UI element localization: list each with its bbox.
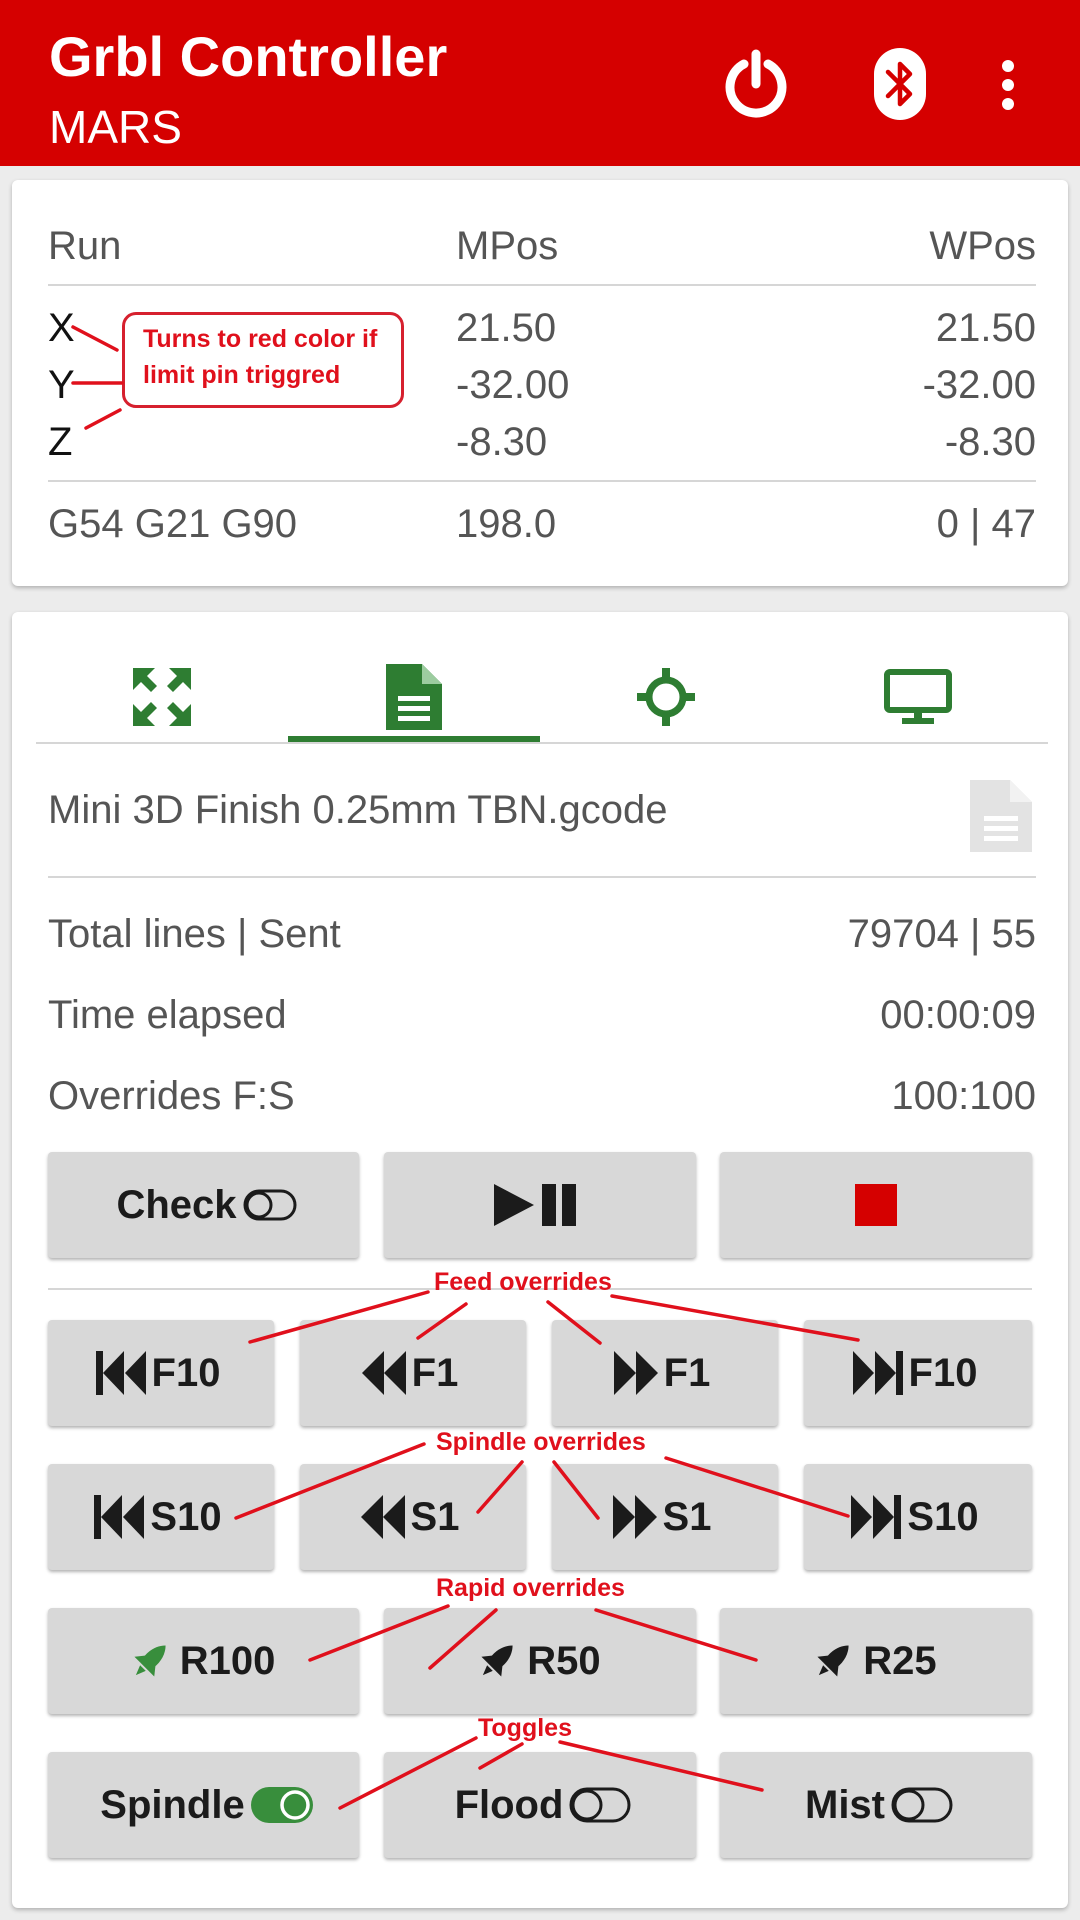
crosshair-icon (637, 668, 695, 726)
toggle-off-icon (243, 1189, 297, 1221)
feed-minus-1-button[interactable]: F1 (300, 1320, 526, 1426)
overrides-value: 100:100 (891, 1074, 1036, 1118)
divider (48, 284, 1036, 286)
check-label: Check (116, 1182, 237, 1227)
fast-forward-icon (613, 1351, 658, 1395)
spindle-minus-10-button[interactable]: S10 (48, 1464, 274, 1570)
power-icon[interactable] (720, 48, 792, 120)
more-vert-icon[interactable] (996, 60, 1020, 132)
play-pause-icon (494, 1184, 576, 1226)
time-elapsed-label: Time elapsed (48, 993, 287, 1037)
feed-plus-1-label: F1 (663, 1350, 711, 1395)
rocket-icon (817, 1645, 849, 1677)
file-icon (386, 664, 442, 730)
modal-state: G54 G21 G90 (48, 502, 298, 546)
rapid-50-label: R50 (527, 1638, 601, 1683)
rapid-100-label: R100 (179, 1638, 276, 1683)
monitor-icon (884, 669, 952, 724)
spindle-plus-1-button[interactable]: S1 (552, 1464, 778, 1570)
stop-button[interactable] (720, 1152, 1032, 1258)
divider (48, 480, 1036, 482)
feed-plus-10-button[interactable]: F10 (804, 1320, 1032, 1426)
spindle-plus-10-label: S10 (907, 1494, 979, 1539)
divider (48, 876, 1036, 878)
file-name: Mini 3D Finish 0.25mm TBN.gcode (48, 788, 668, 832)
buffer-state: 0 | 47 (936, 502, 1036, 546)
rocket-icon (134, 1645, 166, 1677)
mpos-y: -32.00 (456, 363, 570, 407)
total-lines-value: 79704 | 55 (847, 912, 1036, 956)
toggle-on-icon (250, 1787, 313, 1823)
rewind-icon (360, 1495, 405, 1539)
feed-overrides-annotation: Feed overrides (434, 1268, 612, 1296)
rapid-25-button[interactable]: R25 (720, 1608, 1032, 1714)
rapid-50-button[interactable]: R50 (384, 1608, 696, 1714)
mpos-z: -8.30 (456, 420, 548, 464)
toggles-annotation: Toggles (478, 1714, 572, 1742)
spindle-minus-1-button[interactable]: S1 (300, 1464, 526, 1570)
mpos-x: 21.50 (456, 306, 557, 350)
overrides-label: Overrides F:S (48, 1074, 295, 1118)
rewind-icon (361, 1351, 406, 1395)
spindle-toggle-label: Spindle (100, 1782, 245, 1827)
rapid-25-label: R25 (863, 1638, 937, 1683)
spindle-plus-10-button[interactable]: S10 (804, 1464, 1032, 1570)
fast-forward-icon (612, 1495, 657, 1539)
wpos-header: WPos (929, 224, 1036, 268)
axis-z-label: Z (48, 420, 73, 464)
feed-minus-10-button[interactable]: F10 (48, 1320, 274, 1426)
spindle-overrides-annotation: Spindle overrides (436, 1428, 646, 1456)
feed-plus-1-button[interactable]: F1 (552, 1320, 778, 1426)
toggle-off-icon (891, 1787, 953, 1823)
mist-toggle-button[interactable]: Mist (720, 1752, 1032, 1858)
tab-probe[interactable] (540, 652, 792, 742)
spindle-plus-1-label: S1 (662, 1494, 712, 1539)
app-title: Grbl Controller (49, 25, 448, 88)
tab-console[interactable] (792, 652, 1044, 742)
callout-line-1: Turns to red color if (143, 325, 378, 353)
feed-rate: 198.0 (456, 502, 557, 546)
limit-pin-callout: Turns to red color if limit pin triggred (122, 312, 404, 408)
feed-minus-10-label: F10 (151, 1350, 221, 1395)
feed-minus-1-label: F1 (411, 1350, 459, 1395)
skip-forward-icon (852, 1351, 903, 1395)
rapid-overrides-annotation: Rapid overrides (436, 1574, 625, 1602)
axis-x-label: X (48, 306, 75, 350)
flood-toggle-button[interactable]: Flood (384, 1752, 696, 1858)
skip-back-icon (94, 1495, 145, 1539)
machine-state: Run (48, 224, 122, 268)
spindle-minus-1-label: S1 (410, 1494, 460, 1539)
toggle-off-icon (569, 1787, 631, 1823)
app-bar: Grbl Controller MARS (0, 0, 1080, 166)
stop-icon (855, 1184, 897, 1226)
move-arrows-icon (133, 668, 191, 726)
wpos-y: -32.00 (922, 363, 1036, 407)
flood-toggle-label: Flood (454, 1782, 564, 1827)
document-icon[interactable] (970, 780, 1032, 857)
skip-forward-icon (851, 1495, 902, 1539)
wpos-x: 21.50 (935, 306, 1036, 350)
total-lines-label: Total lines | Sent (48, 912, 341, 956)
spindle-toggle-button[interactable]: Spindle (48, 1752, 359, 1858)
mpos-header: MPos (456, 224, 559, 268)
feed-plus-10-label: F10 (908, 1350, 978, 1395)
machine-status-card: Run MPos WPos X Y Z 21.50 -32.00 -8.30 2… (12, 180, 1068, 586)
wpos-z: -8.30 (944, 420, 1036, 464)
tab-jog[interactable] (36, 652, 288, 742)
play-pause-button[interactable] (384, 1152, 696, 1258)
callout-line-2: limit pin triggred (143, 361, 341, 389)
tabs-divider (36, 742, 1048, 744)
mist-toggle-label: Mist (805, 1782, 885, 1827)
tab-file[interactable] (288, 652, 540, 742)
machine-name: MARS (49, 101, 182, 153)
axis-y-label: Y (48, 363, 75, 407)
time-elapsed-value: 00:00:09 (880, 993, 1036, 1037)
check-mode-button[interactable]: Check (48, 1152, 359, 1258)
spindle-minus-10-label: S10 (150, 1494, 222, 1539)
skip-back-icon (95, 1351, 146, 1395)
bluetooth-icon[interactable] (872, 48, 928, 120)
rocket-icon (481, 1645, 513, 1677)
rapid-100-button[interactable]: R100 (48, 1608, 359, 1714)
